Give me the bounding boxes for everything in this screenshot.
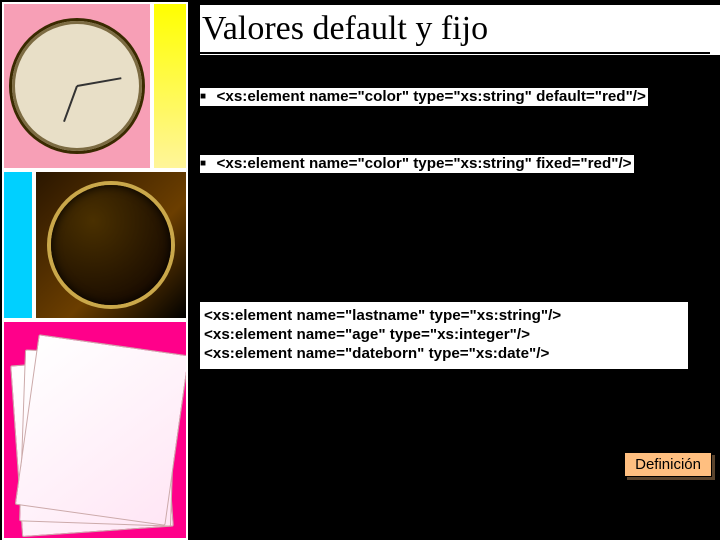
yellow-strip-tile <box>152 2 188 170</box>
paper-stack-icon <box>16 342 176 532</box>
code-line-default: <xs:element name="color" type="xs:string… <box>215 88 648 105</box>
papers-tile-magenta <box>2 320 188 540</box>
code-block-line: <xs:element name="age" type="xs:integer"… <box>204 325 684 344</box>
code-line-fixed-wrap: ■ <xs:element name="color" type="xs:stri… <box>200 155 634 173</box>
clock-tile-dark <box>34 170 188 320</box>
decorative-sidebar <box>0 0 190 540</box>
code-block-line: <xs:element name="lastname" type="xs:str… <box>204 306 684 325</box>
code-line-default-wrap: ■ <xs:element name="color" type="xs:stri… <box>200 88 648 106</box>
cyan-strip-tile <box>2 170 34 320</box>
definicion-button[interactable]: Definición <box>624 452 712 477</box>
code-line-fixed: <xs:element name="color" type="xs:string… <box>215 155 634 172</box>
bullet-icon: ■ <box>200 91 210 102</box>
slide-title: Valores default y fijo <box>200 10 494 50</box>
code-block: <xs:element name="lastname" type="xs:str… <box>200 302 688 369</box>
clock-icon <box>51 185 171 305</box>
clock-icon <box>12 21 142 151</box>
bullet-icon: ■ <box>200 158 210 169</box>
clock-tile-pink <box>2 2 152 170</box>
title-underline <box>200 52 710 54</box>
slide-content: Valores default y fijo ■ <xs:element nam… <box>200 0 720 540</box>
code-block-line: <xs:element name="dateborn" type="xs:dat… <box>204 344 684 363</box>
